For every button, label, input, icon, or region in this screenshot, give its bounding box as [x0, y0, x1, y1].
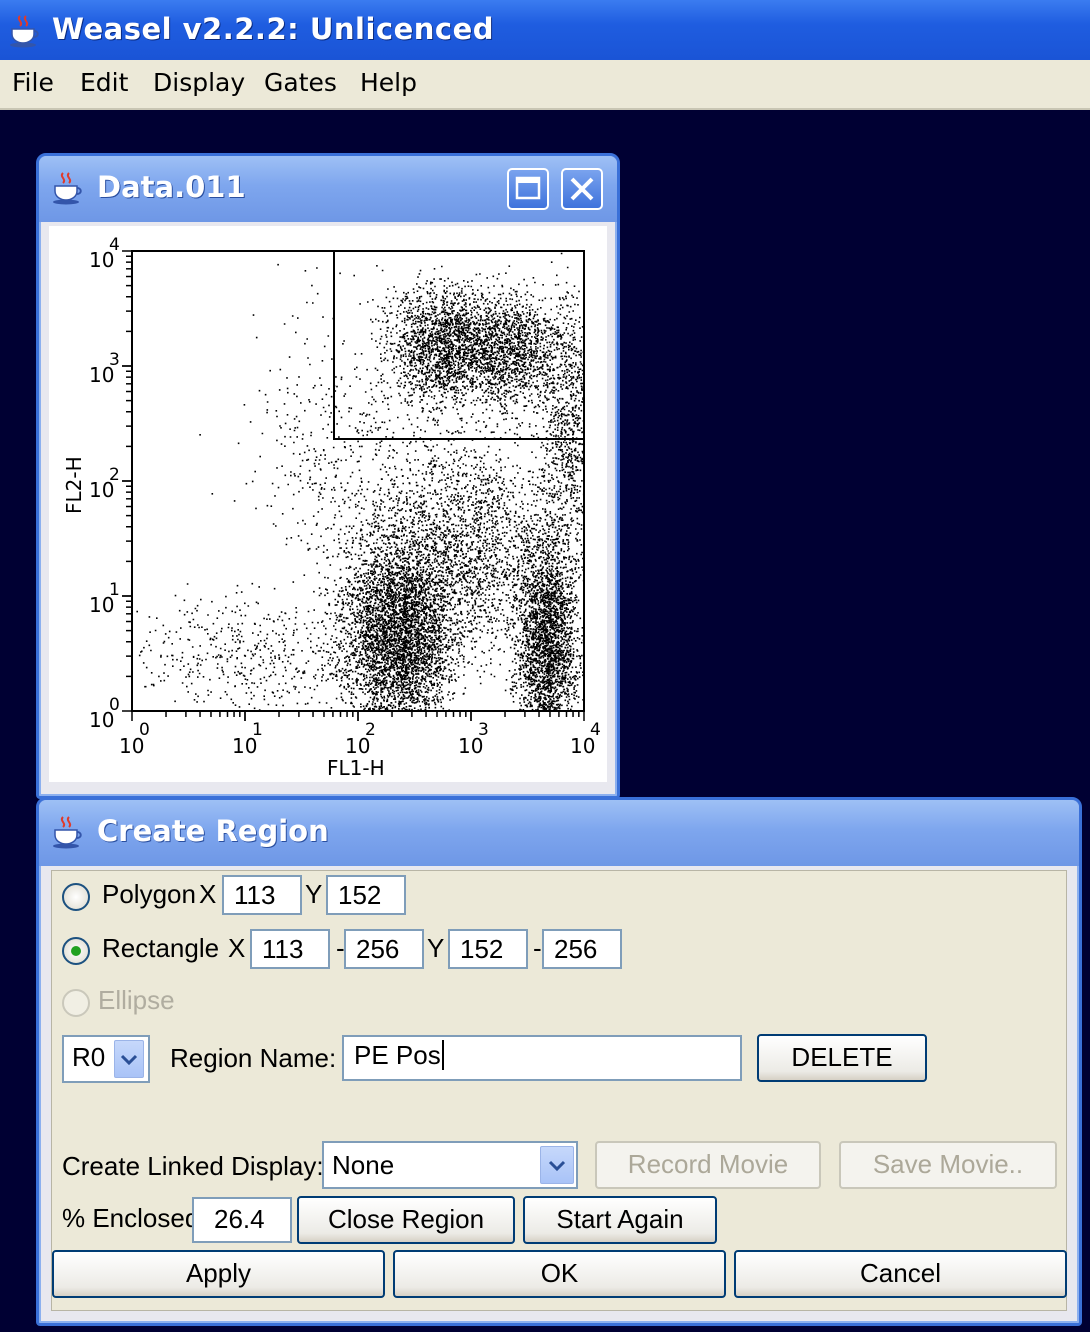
create-region-dialog: Create Region Polygon X 113 Y 152 Rectan…: [36, 797, 1082, 1326]
enclosed-field[interactable]: 26.4: [192, 1197, 292, 1243]
close-icon: [570, 177, 594, 201]
java-cup-icon: [53, 172, 82, 205]
scatter-points: [136, 252, 585, 712]
x-tick-exp: 1: [252, 720, 263, 740]
region-select-dropdown-button[interactable]: [114, 1040, 144, 1078]
rectangle-x2-field[interactable]: 256: [344, 929, 424, 969]
region-rectangle[interactable]: [333, 250, 585, 440]
ellipse-radio[interactable]: [62, 989, 90, 1017]
chevron-down-icon: [120, 1054, 138, 1066]
ok-button[interactable]: OK: [393, 1250, 726, 1298]
region-name-label: Region Name:: [170, 1043, 337, 1073]
text-cursor: ​: [441, 1040, 444, 1070]
menu-help[interactable]: Help: [360, 68, 417, 97]
rectangle-x-label: X: [228, 933, 246, 963]
cancel-button[interactable]: Cancel: [734, 1250, 1067, 1298]
start-again-button[interactable]: Start Again: [523, 1196, 717, 1244]
ellipse-label: Ellipse: [98, 985, 175, 1015]
rectangle-y1-field[interactable]: 152: [448, 929, 528, 969]
x-axis-label: FL1-H: [327, 756, 385, 780]
create-region-panel: Polygon X 113 Y 152 Rectangle X 113 - 25…: [51, 870, 1067, 1311]
app-title: Weasel v2.2.2: Unlicenced: [52, 12, 495, 46]
data-window-title-bar[interactable]: Data.011: [39, 156, 617, 222]
dash: -: [533, 933, 542, 963]
linked-display-select[interactable]: None: [322, 1141, 578, 1189]
menu-edit[interactable]: Edit: [80, 68, 128, 97]
data-window: Data.011 10 4 10 3 10 2 10 1 10 0 10 0 1…: [36, 153, 620, 799]
menu-file[interactable]: File: [12, 68, 54, 97]
chevron-down-icon: [548, 1160, 566, 1172]
enclosed-label: % Enclosed: [62, 1203, 200, 1233]
java-cup-icon: [10, 15, 39, 48]
x-tick-exp: 0: [139, 720, 150, 740]
dot-plot[interactable]: 10 4 10 3 10 2 10 1 10 0 10 0 10 1 10 2 …: [49, 226, 607, 782]
menu-bar: File Edit Display Gates Help: [0, 60, 1090, 110]
y-axis-label: FL2-H: [62, 456, 86, 514]
plot-frame: [131, 250, 585, 712]
create-region-title: Create Region: [97, 814, 329, 848]
linked-display-dropdown-button[interactable]: [540, 1146, 574, 1184]
menu-gates[interactable]: Gates: [264, 68, 337, 97]
polygon-label: Polygon: [102, 879, 196, 909]
y-tick-exp: 3: [109, 350, 120, 370]
x-tick-exp: 2: [365, 720, 376, 740]
y-tick-exp: 0: [109, 695, 120, 715]
app-title-bar: Weasel v2.2.2: Unlicenced: [0, 0, 1090, 60]
x-tick-exp: 3: [478, 720, 489, 740]
region-name-field[interactable]: PE Pos​: [342, 1035, 742, 1081]
y-tick-exp: 4: [109, 235, 120, 255]
scatter-dots: [136, 252, 585, 712]
radio-selected-dot: [71, 946, 81, 956]
region-select-value: R0: [72, 1042, 106, 1072]
linked-display-value: None: [332, 1150, 395, 1180]
polygon-y-field[interactable]: 152: [326, 875, 406, 915]
polygon-radio[interactable]: [62, 883, 90, 911]
linked-display-label: Create Linked Display:: [62, 1151, 324, 1181]
menu-display[interactable]: Display: [153, 68, 245, 97]
region-name-value: PE Pos: [354, 1040, 441, 1070]
rectangle-y-label: Y: [427, 933, 445, 963]
maximize-button[interactable]: [507, 168, 549, 210]
y-tick-exp: 1: [109, 580, 120, 600]
save-movie-button[interactable]: Save Movie..: [839, 1141, 1057, 1189]
polygon-x-field[interactable]: 113: [222, 875, 302, 915]
dot-plot-canvas[interactable]: 10 4 10 3 10 2 10 1 10 0 10 0 10 1 10 2 …: [49, 226, 607, 782]
close-button[interactable]: [561, 168, 603, 210]
java-cup-icon: [53, 816, 82, 849]
rectangle-x1-field[interactable]: 113: [250, 929, 330, 969]
record-movie-button[interactable]: Record Movie: [595, 1141, 821, 1189]
apply-button[interactable]: Apply: [52, 1250, 385, 1298]
delete-button[interactable]: DELETE: [757, 1034, 927, 1082]
rectangle-radio[interactable]: [62, 937, 90, 965]
close-region-button[interactable]: Close Region: [297, 1196, 515, 1244]
maximize-icon: [515, 176, 541, 200]
x-tick-exp: 4: [590, 720, 601, 740]
y-tick-exp: 2: [109, 465, 120, 485]
region-select[interactable]: R0: [62, 1035, 150, 1083]
polygon-x-label: X: [199, 879, 217, 909]
rectangle-y2-field[interactable]: 256: [542, 929, 622, 969]
data-window-title: Data.011: [97, 170, 246, 204]
create-region-title-bar[interactable]: Create Region: [39, 800, 1079, 866]
polygon-y-label: Y: [305, 879, 323, 909]
rectangle-label: Rectangle: [102, 933, 220, 963]
